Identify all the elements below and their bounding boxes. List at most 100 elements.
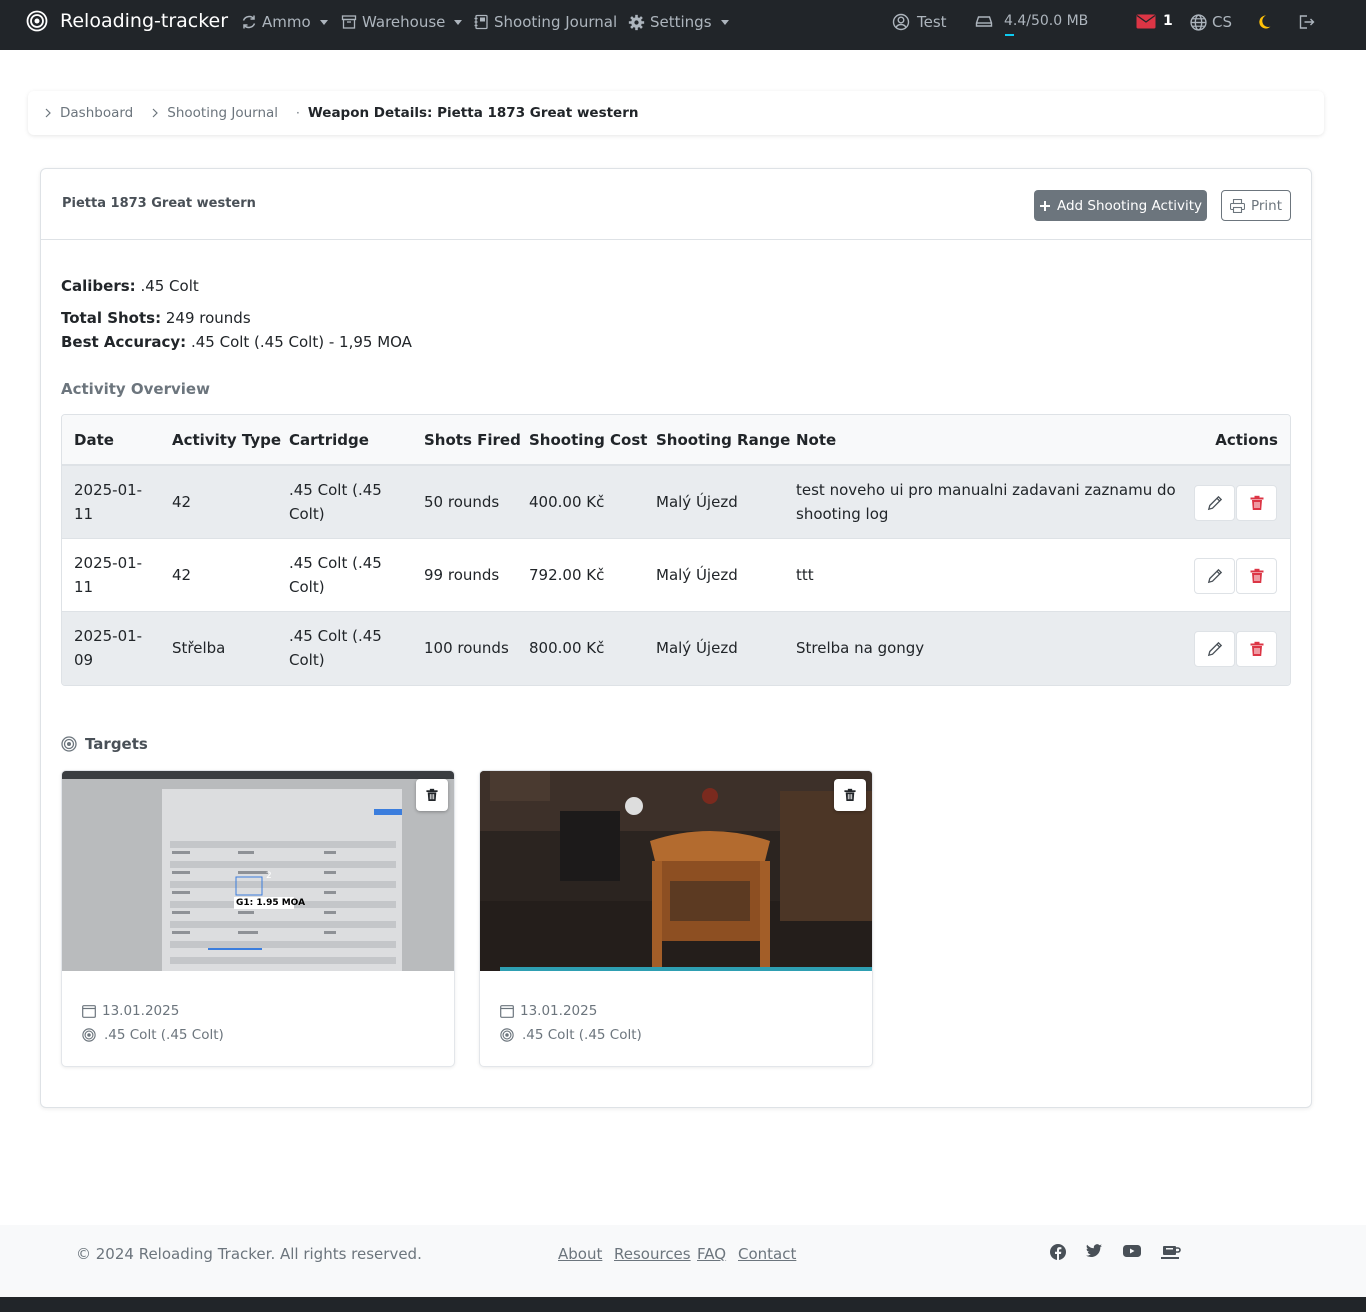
cell-shooting-range: Malý Újezd <box>656 493 738 511</box>
target-icon <box>82 1028 96 1042</box>
best-accuracy-value: .45 Colt (.45 Colt) - 1,95 MOA <box>190 333 412 351</box>
footer-link-resources[interactable]: Resources <box>614 1245 691 1263</box>
logout-button[interactable] <box>1298 14 1316 30</box>
activity-overview-title: Activity Overview <box>61 380 210 398</box>
youtube-icon[interactable] <box>1123 1244 1141 1258</box>
breadcrumb-label: Dashboard <box>60 105 134 121</box>
cell-shooting-cost: 792.00 Kč <box>529 566 605 584</box>
target-card[interactable]: G1: 1.95 MOA 2 13.01.2025 .45 Colt (.45 … <box>61 770 455 1067</box>
envelope-icon <box>1136 14 1156 29</box>
pencil-icon <box>1207 568 1223 584</box>
trash-icon <box>844 788 856 802</box>
messages-count: 1 <box>1163 13 1173 29</box>
cell-shots-fired: 100 rounds <box>424 639 509 657</box>
column-header: Cartridge <box>289 431 369 449</box>
nav-warehouse-label: Warehouse <box>362 13 446 31</box>
coffee-icon[interactable] <box>1161 1244 1181 1260</box>
footer-link-contact[interactable]: Contact <box>738 1245 796 1263</box>
cell-shots-fired: 99 rounds <box>424 566 500 584</box>
column-header: Note <box>796 431 837 449</box>
brand[interactable]: Reloading-tracker <box>26 10 228 32</box>
nav-settings-label: Settings <box>650 13 712 31</box>
dot-separator-icon: · <box>296 106 300 120</box>
target-card[interactable]: 13.01.2025 .45 Colt (.45 Colt) <box>479 770 873 1067</box>
nav-warehouse[interactable]: Warehouse <box>341 13 463 31</box>
delete-button[interactable] <box>1236 631 1277 667</box>
print-button[interactable]: Print <box>1221 190 1291 221</box>
trash-icon <box>1250 568 1264 584</box>
messages-button[interactable]: 1 <box>1136 13 1173 29</box>
cell-cartridge: .45 Colt (.45 Colt) <box>289 627 382 669</box>
cell-activity-type: 42 <box>172 493 192 511</box>
journal-icon <box>473 14 489 30</box>
target-photo[interactable] <box>480 771 872 971</box>
table-header: Date Activity Type Cartridge Shots Fired… <box>62 415 1290 466</box>
targets-title-label: Targets <box>85 735 148 753</box>
delete-button[interactable] <box>1236 485 1277 521</box>
nav-shooting-journal-label: Shooting Journal <box>494 13 618 31</box>
copyright: © 2024 Reloading Tracker. All rights res… <box>76 1245 422 1263</box>
language-switcher[interactable]: CS <box>1190 13 1232 31</box>
page-bottom-bar <box>0 1297 1366 1312</box>
footer-link-about[interactable]: About <box>558 1245 602 1263</box>
archive-icon <box>341 14 357 30</box>
language-label: CS <box>1212 13 1232 31</box>
storage-indicator[interactable]: 4.4/50.0 MB <box>975 13 1088 29</box>
refresh-icon <box>241 14 257 30</box>
target-logo-icon <box>26 10 48 32</box>
cell-date: 2025-01-11 <box>74 554 143 596</box>
calibers-label: Calibers: <box>61 277 136 295</box>
target-cartridge-value: .45 Colt (.45 Colt) <box>522 1027 642 1043</box>
theme-toggle[interactable] <box>1256 14 1272 30</box>
delete-button[interactable] <box>1236 558 1277 594</box>
edit-button[interactable] <box>1194 558 1235 594</box>
total-shots-label: Total Shots: <box>61 309 162 327</box>
breadcrumb-shooting-journal[interactable]: Shooting Journal <box>151 105 278 121</box>
delete-target-button[interactable] <box>834 779 866 811</box>
cell-cartridge: .45 Colt (.45 Colt) <box>289 554 382 596</box>
target-overlay-number: 2 <box>266 871 272 881</box>
cell-shooting-range: Malý Újezd <box>656 639 738 657</box>
footer-link-faq[interactable]: FAQ <box>697 1245 726 1263</box>
drive-icon <box>975 13 993 29</box>
nav-shooting-journal[interactable]: Shooting Journal <box>473 13 617 31</box>
target-cartridge: .45 Colt (.45 Colt) <box>82 1027 224 1043</box>
calibers-value: .45 Colt <box>140 277 199 295</box>
storage-progress-bar <box>1005 34 1014 36</box>
plus-icon <box>1039 200 1051 212</box>
chevron-down-icon <box>454 19 463 25</box>
weapon-details-card: Pietta 1873 Great western Add Shooting A… <box>40 168 1312 1108</box>
delete-target-button[interactable] <box>416 779 448 811</box>
breadcrumb-dashboard[interactable]: Dashboard <box>44 105 133 121</box>
target-cartridge-value: .45 Colt (.45 Colt) <box>104 1027 224 1043</box>
target-overlay-label: G1: 1.95 MOA <box>236 898 306 908</box>
trash-icon <box>1250 495 1264 511</box>
nav-settings[interactable]: Settings <box>628 13 729 31</box>
edit-button[interactable] <box>1194 485 1235 521</box>
breadcrumb-label: Shooting Journal <box>167 105 279 121</box>
table-row: 2025-01-11 42 .45 Colt (.45 Colt) 50 rou… <box>62 466 1290 539</box>
table-row: 2025-01-09 Střelba .45 Colt (.45 Colt) 1… <box>62 612 1290 685</box>
gear-icon <box>628 14 645 31</box>
best-accuracy-label: Best Accuracy: <box>61 333 187 351</box>
card-header: Pietta 1873 Great western Add Shooting A… <box>41 169 1311 240</box>
cell-note: ttt <box>796 566 814 584</box>
nav-ammo[interactable]: Ammo <box>241 13 328 31</box>
cell-shooting-range: Malý Újezd <box>656 566 738 584</box>
navbar: Reloading-tracker Ammo Warehouse Shootin… <box>0 0 1366 50</box>
add-shooting-activity-button[interactable]: Add Shooting Activity <box>1034 190 1207 221</box>
twitter-icon[interactable] <box>1086 1244 1102 1258</box>
target-icon <box>61 736 77 752</box>
user-menu[interactable]: Test <box>892 13 947 31</box>
column-header: Actions <box>1215 431 1278 449</box>
cell-note: test noveho ui pro manualni zadavani zaz… <box>796 481 1176 523</box>
column-header: Shots Fired <box>424 431 521 449</box>
trash-icon <box>1250 641 1264 657</box>
print-label: Print <box>1250 197 1283 214</box>
target-photo[interactable]: G1: 1.95 MOA 2 <box>62 771 454 971</box>
edit-button[interactable] <box>1194 631 1235 667</box>
footer: © 2024 Reloading Tracker. All rights res… <box>0 1225 1366 1297</box>
target-date: 13.01.2025 <box>82 1003 179 1019</box>
cell-shooting-cost: 400.00 Kč <box>529 493 605 511</box>
facebook-icon[interactable] <box>1050 1244 1066 1260</box>
